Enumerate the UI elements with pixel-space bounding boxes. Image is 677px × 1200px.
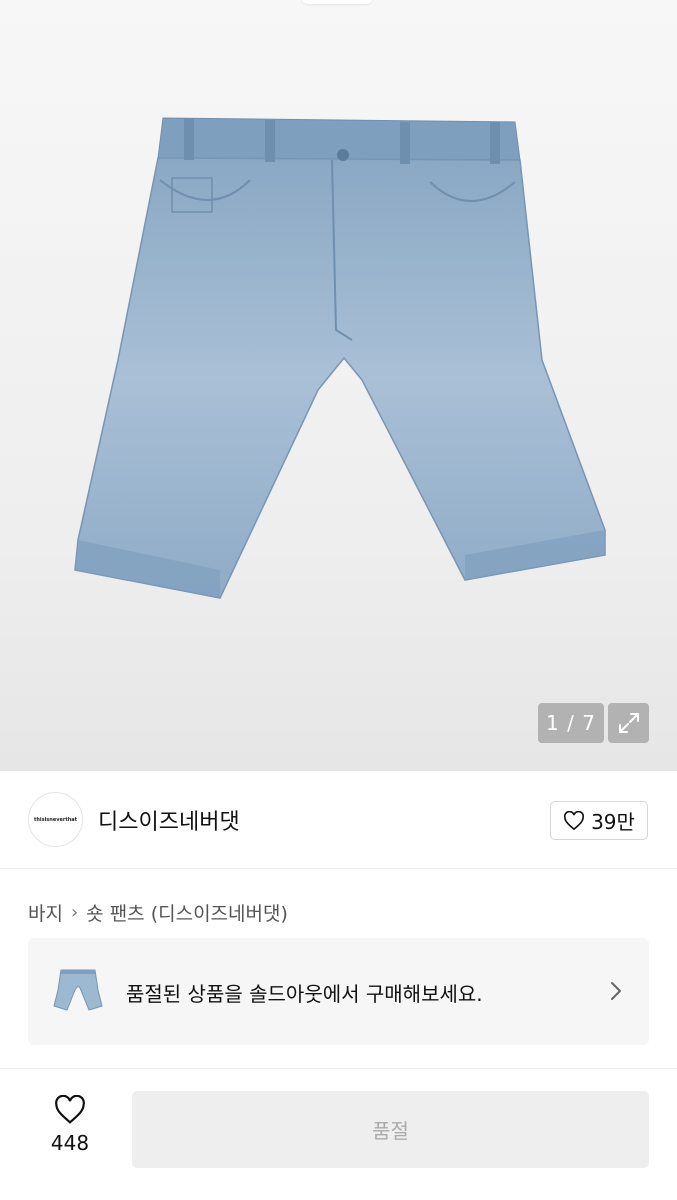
heart-icon [55,1095,85,1124]
brand-logo[interactable]: thisisneverthat [28,792,83,847]
brand-row[interactable]: thisisneverthat 디스이즈네버댓 39만 [0,771,677,869]
expand-image-button[interactable] [608,703,649,743]
banner-product-thumbnail [53,969,103,1011]
product-gallery[interactable]: 1 / 7 [0,0,677,771]
wishlist-count: 448 [50,1131,90,1155]
sheet-handle [302,0,372,4]
wishlist-button[interactable]: 448 [36,1095,104,1165]
soldout-button[interactable]: 품절 [132,1091,649,1168]
soldout-banner[interactable]: 품절된 상품을 솔드아웃에서 구매해보세요. [28,938,649,1045]
brand-name[interactable]: 디스이즈네버댓 [98,804,240,836]
breadcrumb-category[interactable]: 바지 [28,899,63,926]
breadcrumb: 바지 › 숏 팬츠 (디스이즈네버댓) [28,899,288,926]
image-pager: 1 / 7 [538,703,604,743]
chevron-right-icon [611,982,621,1000]
brand-like-button[interactable]: 39만 [550,801,648,840]
bottom-action-bar: 448 품절 [0,1068,677,1200]
banner-text: 품절된 상품을 솔드아웃에서 구매해보세요. [126,982,483,1006]
heart-icon [564,810,585,830]
breadcrumb-subcategory[interactable]: 숏 팬츠 (디스이즈네버댓) [86,899,288,926]
brand-like-count: 39만 [591,810,635,834]
product-image [74,117,606,599]
expand-icon [618,713,639,733]
chevron-right-icon: › [70,902,79,923]
